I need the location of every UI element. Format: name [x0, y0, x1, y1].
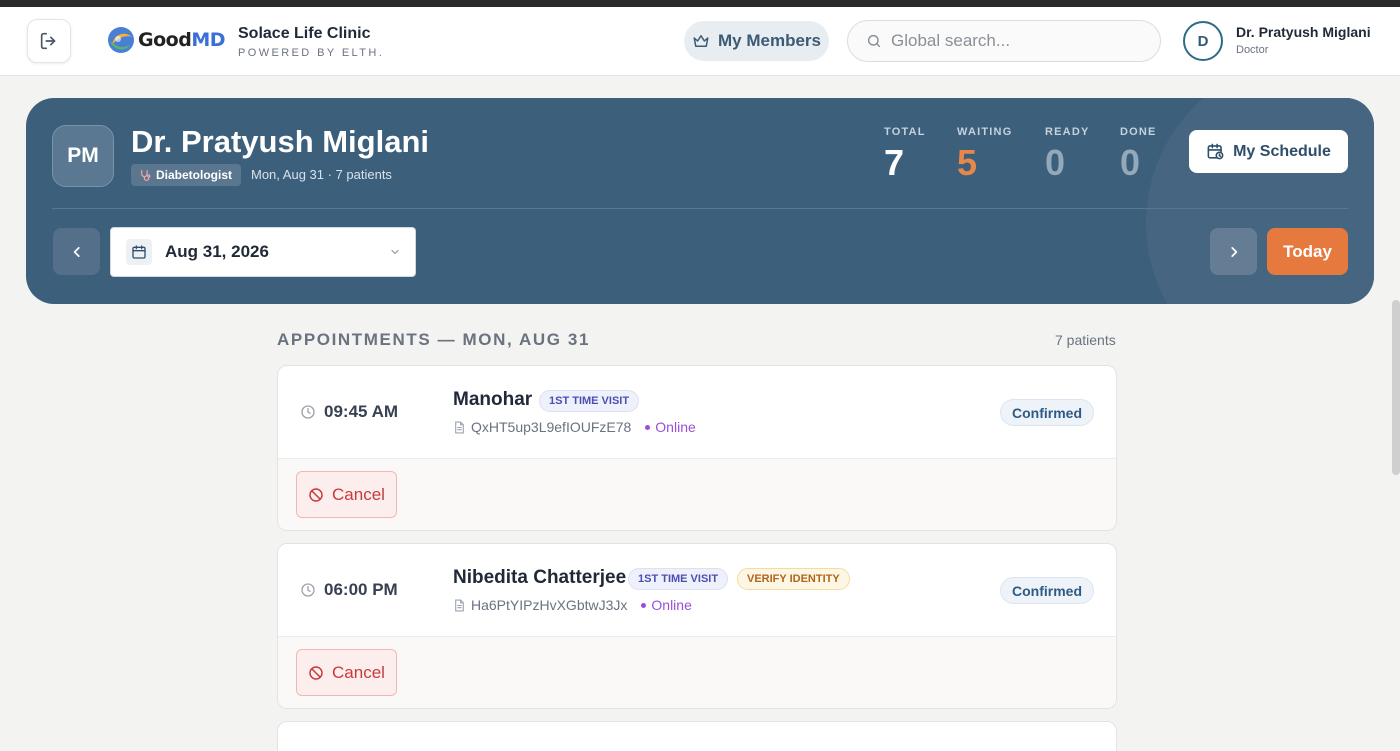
appointment-time-text: 09:45 AM	[324, 402, 399, 421]
online-dot	[645, 424, 651, 430]
crown-icon	[693, 35, 709, 47]
cancel-label: Cancel	[332, 484, 385, 504]
user-avatar[interactable]: D	[1183, 21, 1223, 61]
document-icon	[455, 599, 464, 611]
status-badge: Confirmed	[1000, 399, 1094, 426]
appointments-title: APPOINTMENTS — MON, AUG 31	[277, 330, 590, 349]
clock-icon	[301, 405, 315, 419]
appointment-card-header: 09:45 AM Manohar 1ST TIME VISIT QxHT5up3…	[278, 366, 1116, 458]
logo-wordmark: GoodMD	[138, 29, 225, 51]
goodmd-logo-icon	[108, 27, 134, 53]
appointment-time: 09:45 AM	[300, 402, 398, 422]
consult-mode-label: Online	[655, 419, 696, 435]
stat-ready: READY 0	[1045, 126, 1090, 184]
status-badge: Confirmed	[1000, 577, 1094, 604]
consult-mode: Online	[645, 419, 696, 435]
patient-id: QxHT5up3L9efIOUFzE78	[471, 419, 632, 435]
appointment-card-actions: Cancel	[278, 458, 1116, 530]
online-dot	[641, 602, 647, 608]
stat-waiting: WAITING 5	[957, 126, 1012, 184]
doctor-avatar: PM	[52, 125, 114, 187]
appointment-card-actions: Cancel	[278, 636, 1116, 708]
specialty-label: Diabetologist	[156, 168, 233, 182]
appointment-card[interactable]: 06:00 PM Nibedita Chatterjee 1ST TIME VI…	[277, 543, 1117, 709]
cancel-label: Cancel	[332, 662, 385, 682]
stat-waiting-value: 5	[957, 142, 978, 183]
ban-icon	[309, 665, 323, 680]
logout-icon	[40, 32, 56, 50]
calendar-icon-box	[126, 239, 152, 265]
stat-waiting-label: WAITING	[957, 126, 1013, 138]
appointments-count: 7 patients	[1055, 332, 1116, 348]
first-visit-badge: 1ST TIME VISIT	[539, 390, 640, 412]
goodmd-logo[interactable]: GoodMD	[106, 25, 225, 55]
patient-name[interactable]: Manohar	[453, 389, 532, 411]
stat-ready-label: READY	[1045, 126, 1090, 138]
patient-id: Ha6PtYIPzHvXGbtwJ3Jx	[471, 597, 628, 613]
stat-total: TOTAL 7	[884, 126, 926, 184]
verify-identity-badge[interactable]: VERIFY IDENTITY	[737, 568, 850, 590]
global-search[interactable]	[847, 20, 1161, 62]
chevron-right-icon	[1230, 246, 1237, 257]
consult-mode: Online	[641, 597, 692, 613]
user-info[interactable]: Dr. Pratyush Miglani Doctor	[1236, 24, 1371, 56]
stat-total-value: 7	[884, 142, 905, 183]
stat-done: DONE 0	[1120, 126, 1157, 184]
chevron-left-icon	[73, 246, 80, 257]
selected-date: Aug 31, 2026	[165, 242, 269, 261]
app-header: GoodMD Solace Life Clinic POWERED BY ELT…	[0, 7, 1400, 76]
my-members-button[interactable]: My Members	[684, 21, 829, 61]
calendar-icon	[132, 245, 146, 259]
specialty-badge: Diabetologist	[131, 164, 242, 186]
stat-ready-value: 0	[1045, 142, 1066, 183]
ban-icon	[309, 487, 323, 502]
patient-name[interactable]: Nibedita Chatterjee	[453, 567, 626, 589]
stat-done-value: 0	[1120, 142, 1141, 183]
search-icon	[867, 34, 881, 48]
my-members-label: My Members	[718, 31, 821, 50]
clinic-info: Solace Life Clinic POWERED BY ELTH.	[238, 25, 384, 59]
first-visit-badge: 1ST TIME VISIT	[628, 568, 729, 590]
cancel-button[interactable]: Cancel	[296, 649, 397, 696]
patient-id-row: Ha6PtYIPzHvXGbtwJ3Jx Online	[454, 597, 692, 613]
cancel-button[interactable]: Cancel	[296, 471, 397, 518]
today-button[interactable]: Today	[1267, 228, 1348, 275]
hero-divider	[52, 208, 1348, 209]
previous-day-button[interactable]	[53, 228, 100, 275]
appointment-card[interactable]: 09:45 AM Manohar 1ST TIME VISIT QxHT5up3…	[277, 365, 1117, 531]
search-input[interactable]	[891, 31, 1141, 51]
stat-done-label: DONE	[1120, 126, 1157, 138]
chevron-down-icon	[391, 249, 399, 255]
clinic-powered-by: POWERED BY ELTH.	[238, 47, 385, 59]
patient-id-row: QxHT5up3L9efIOUFzE78 Online	[454, 419, 696, 435]
user-name: Dr. Pratyush Miglani	[1236, 24, 1371, 40]
appointment-card-header: 06:00 PM Nibedita Chatterjee 1ST TIME VI…	[278, 544, 1116, 636]
my-schedule-button[interactable]: My Schedule	[1189, 130, 1348, 173]
date-picker[interactable]: Aug 31, 2026	[110, 227, 416, 277]
consult-mode-label: Online	[651, 597, 692, 613]
user-role: Doctor	[1236, 44, 1269, 56]
logout-button[interactable]	[27, 19, 71, 63]
hero-date-summary: Mon, Aug 31 · 7 patients	[251, 167, 392, 182]
stat-total-label: TOTAL	[884, 126, 926, 138]
clinic-name: Solace Life Clinic	[238, 25, 371, 42]
doctor-hero-panel: PM Dr. Pratyush Miglani Diabetologist Mo…	[26, 98, 1374, 304]
document-icon	[455, 421, 464, 433]
clock-icon	[301, 583, 315, 597]
stethoscope-icon	[141, 169, 151, 181]
appointment-time-text: 06:00 PM	[324, 580, 398, 599]
appointment-time: 06:00 PM	[300, 580, 398, 600]
calendar-clock-icon	[1207, 143, 1224, 160]
my-schedule-label: My Schedule	[1233, 142, 1331, 160]
page-scrollbar[interactable]	[1392, 300, 1400, 475]
doctor-name: Dr. Pratyush Miglani	[131, 124, 430, 159]
next-day-button[interactable]	[1210, 228, 1257, 275]
browser-top-strip	[0, 0, 1400, 7]
appointment-card[interactable]	[277, 721, 1117, 751]
